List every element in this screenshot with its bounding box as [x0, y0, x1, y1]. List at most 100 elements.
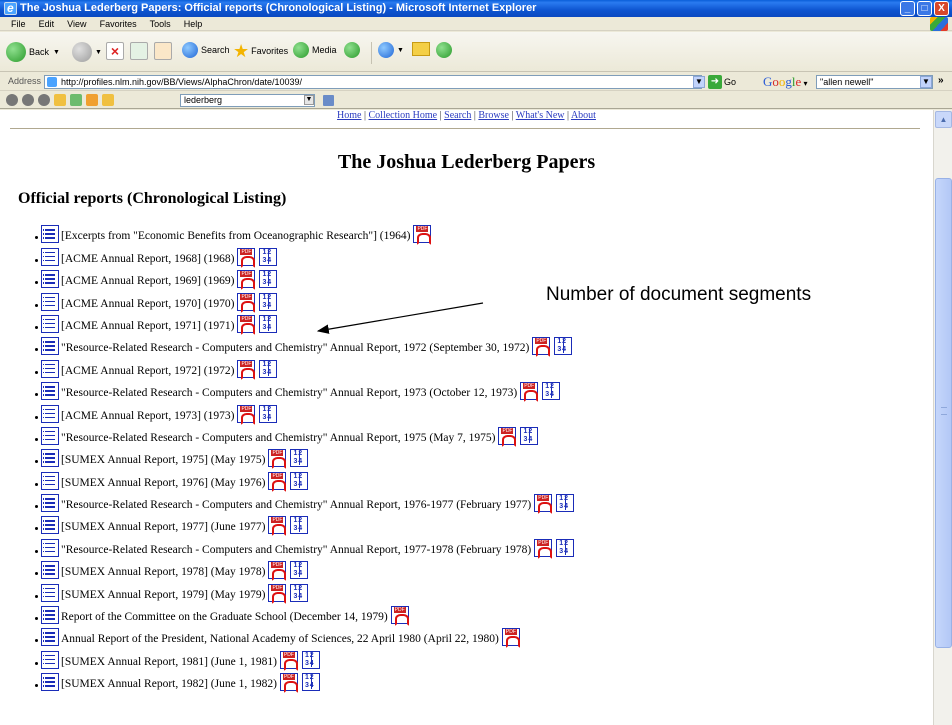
- record-list-icon[interactable]: [41, 628, 59, 647]
- toolbar-go-icon[interactable]: [323, 95, 334, 106]
- address-dropdown-icon[interactable]: ▼: [693, 76, 705, 88]
- nav-collection-home[interactable]: Collection Home: [369, 110, 438, 121]
- forward-button[interactable]: ▼: [72, 42, 102, 62]
- pdf-icon[interactable]: [237, 247, 256, 268]
- pdf-icon[interactable]: [413, 225, 432, 246]
- segments-icon[interactable]: [556, 538, 575, 557]
- pdf-icon[interactable]: [279, 673, 298, 694]
- record-list-icon[interactable]: [41, 494, 59, 513]
- segments-icon[interactable]: [259, 314, 278, 333]
- google-search-input[interactable]: "allen newell": [816, 75, 933, 89]
- record-list-icon[interactable]: [41, 337, 59, 356]
- record-list-icon[interactable]: [41, 247, 59, 266]
- record-list-icon[interactable]: [41, 516, 59, 535]
- record-list-icon[interactable]: [41, 225, 59, 244]
- toolbar-folder-icon[interactable]: [86, 94, 98, 106]
- forward-dropdown-icon[interactable]: ▼: [95, 49, 102, 56]
- segments-icon[interactable]: [259, 247, 278, 266]
- refresh-button[interactable]: [130, 42, 148, 60]
- go-button[interactable]: ➜ Go: [708, 75, 736, 89]
- back-dropdown-icon[interactable]: ▼: [53, 49, 60, 56]
- menu-view[interactable]: View: [62, 17, 91, 31]
- record-list-icon[interactable]: [41, 382, 59, 401]
- nav-browse[interactable]: Browse: [478, 110, 509, 121]
- toolbar-highlight-icon[interactable]: [54, 94, 66, 106]
- segments-icon[interactable]: [301, 673, 320, 692]
- pdf-icon[interactable]: [268, 449, 287, 470]
- toolbar-bookmark-icon[interactable]: [70, 94, 82, 106]
- pdf-icon[interactable]: [237, 270, 256, 291]
- google-logo[interactable]: Google ▾: [763, 74, 808, 90]
- segments-icon[interactable]: [259, 270, 278, 289]
- minimize-button[interactable]: _: [900, 1, 915, 16]
- record-list-icon[interactable]: [41, 270, 59, 289]
- google-dropdown-icon[interactable]: ▼: [920, 76, 932, 88]
- record-list-icon[interactable]: [41, 426, 59, 445]
- segments-icon[interactable]: [290, 583, 309, 602]
- messenger-button[interactable]: [436, 42, 455, 58]
- media-button[interactable]: Media: [293, 42, 337, 58]
- pdf-icon[interactable]: [237, 314, 256, 335]
- pdf-icon[interactable]: [501, 628, 520, 649]
- toolbar-search-dropdown-icon[interactable]: ▼: [304, 95, 314, 105]
- segments-icon[interactable]: [290, 561, 309, 580]
- record-list-icon[interactable]: [41, 561, 59, 580]
- record-list-icon[interactable]: [41, 359, 59, 378]
- record-list-icon[interactable]: [41, 404, 59, 423]
- pdf-icon[interactable]: [534, 494, 553, 515]
- search-button[interactable]: Search: [182, 42, 230, 58]
- pdf-icon[interactable]: [268, 583, 287, 604]
- home-button[interactable]: [154, 42, 172, 60]
- nav-search[interactable]: Search: [444, 110, 471, 121]
- segments-icon[interactable]: [259, 404, 278, 423]
- menu-edit[interactable]: Edit: [34, 17, 60, 31]
- record-list-icon[interactable]: [41, 314, 59, 333]
- record-list-icon[interactable]: [41, 538, 59, 557]
- menu-tools[interactable]: Tools: [145, 17, 176, 31]
- record-list-icon[interactable]: [41, 471, 59, 490]
- menu-favorites[interactable]: Favorites: [95, 17, 142, 31]
- record-list-icon[interactable]: [41, 292, 59, 311]
- pdf-icon[interactable]: [268, 471, 287, 492]
- nav-home[interactable]: Home: [337, 110, 361, 121]
- favorites-button[interactable]: ★ Favorites: [233, 42, 288, 60]
- toolbar-logo-icon[interactable]: [6, 94, 18, 106]
- record-list-icon[interactable]: [41, 583, 59, 602]
- folder-button[interactable]: [412, 42, 430, 56]
- close-button[interactable]: X: [934, 1, 949, 16]
- segments-icon[interactable]: [259, 292, 278, 311]
- toolbar-search-icon[interactable]: [22, 94, 34, 106]
- pdf-icon[interactable]: [268, 516, 287, 537]
- scrollbar-thumb[interactable]: [935, 178, 952, 648]
- record-list-icon[interactable]: [41, 606, 59, 625]
- nav-about[interactable]: About: [571, 110, 596, 121]
- segments-icon[interactable]: [290, 516, 309, 535]
- segments-icon[interactable]: [301, 650, 320, 669]
- segments-icon[interactable]: [290, 449, 309, 468]
- pdf-icon[interactable]: [268, 561, 287, 582]
- pdf-icon[interactable]: [520, 382, 539, 403]
- segments-icon[interactable]: [259, 359, 278, 378]
- history-button[interactable]: [344, 42, 363, 58]
- back-button[interactable]: Back ▼: [6, 42, 60, 62]
- mail-button[interactable]: ▼: [378, 42, 404, 58]
- pdf-icon[interactable]: [279, 650, 298, 671]
- pdf-icon[interactable]: [237, 359, 256, 380]
- segments-icon[interactable]: [554, 337, 573, 356]
- pdf-icon[interactable]: [237, 404, 256, 425]
- segments-icon[interactable]: [290, 471, 309, 490]
- segments-icon[interactable]: [520, 426, 539, 445]
- address-input[interactable]: http://profiles.nlm.nih.gov/BB/Views/Alp…: [44, 75, 702, 89]
- toolbar-search-input[interactable]: lederberg: [180, 94, 315, 107]
- vertical-scrollbar[interactable]: ▲: [933, 110, 952, 725]
- toolbar-pencil-icon[interactable]: [102, 94, 114, 106]
- record-list-icon[interactable]: [41, 449, 59, 468]
- pdf-icon[interactable]: [390, 606, 409, 627]
- pdf-icon[interactable]: [532, 337, 551, 358]
- menu-file[interactable]: File: [6, 17, 31, 31]
- segments-icon[interactable]: [556, 494, 575, 513]
- stop-button[interactable]: [106, 42, 124, 60]
- record-list-icon[interactable]: [41, 650, 59, 669]
- nav-whats-new[interactable]: What's New: [516, 110, 565, 121]
- pdf-icon[interactable]: [498, 426, 517, 447]
